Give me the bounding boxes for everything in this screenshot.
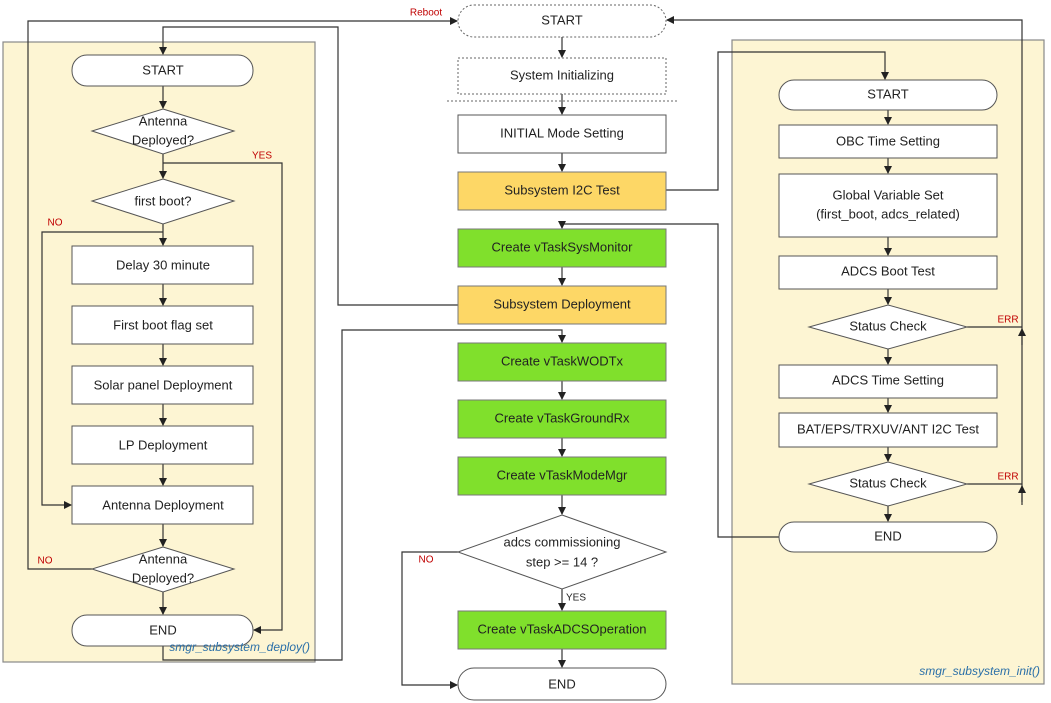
create-vtaskadcsoperation: Create vTaskADCSOperation: [457, 610, 667, 650]
svg-text:first boot?: first boot?: [134, 193, 191, 208]
svg-text:END: END: [149, 622, 176, 637]
main-start: START: [457, 4, 667, 38]
bat-eps-trxuv-ant-i2c-test: BAT/EPS/TRXUV/ANT I2C Test: [778, 412, 998, 448]
flowchart: START Reboot System Initializing INITIAL…: [2, 4, 1045, 701]
system-initializing: System Initializing: [457, 57, 667, 95]
global-variable-set: Global Variable Set (first_boot, adcs_re…: [778, 173, 998, 238]
svg-text:END: END: [548, 676, 575, 691]
no-label: NO: [38, 556, 53, 567]
solar-panel-deployment: Solar panel Deployment: [71, 365, 254, 405]
svg-text:Antenna: Antenna: [139, 113, 188, 128]
create-vtaskmodemgr: Create vTaskModeMgr: [457, 456, 667, 496]
svg-text:Status Check: Status Check: [849, 318, 927, 333]
svg-text:INITIAL Mode Setting: INITIAL Mode Setting: [500, 125, 624, 140]
init-end: END: [778, 521, 998, 553]
deploy-start: START: [71, 54, 254, 87]
svg-text:OBC Time Setting: OBC Time Setting: [836, 133, 940, 148]
err-label: ERR: [997, 472, 1018, 483]
subsystem-i2c-test: Subsystem I2C Test: [457, 171, 667, 211]
no-label: NO: [48, 218, 63, 229]
svg-text:END: END: [874, 528, 901, 543]
svg-text:Antenna: Antenna: [139, 551, 188, 566]
err-label: ERR: [997, 315, 1018, 326]
svg-text:step >= 14 ?: step >= 14 ?: [526, 554, 598, 569]
svg-text:ADCS Boot Test: ADCS Boot Test: [841, 263, 935, 278]
init-caption: smgr_subsystem_init(): [919, 664, 1040, 678]
adcs-commissioning-decision: adcs commissioning step >= 14 ?: [456, 514, 668, 590]
deploy-caption: smgr_subsystem_deploy(): [169, 640, 310, 654]
svg-text:Antenna Deployment: Antenna Deployment: [102, 497, 224, 512]
svg-text:START: START: [142, 62, 183, 77]
svg-text:Solar panel Deployment: Solar panel Deployment: [94, 377, 233, 392]
delay-30-minute: Delay 30 minute: [71, 245, 254, 285]
svg-text:Status Check: Status Check: [849, 475, 927, 490]
init-start: START: [778, 79, 998, 111]
svg-text:First boot flag set: First boot flag set: [113, 317, 213, 332]
svg-text:adcs commissioning: adcs commissioning: [503, 534, 620, 549]
svg-text:Create vTaskADCSOperation: Create vTaskADCSOperation: [477, 621, 646, 636]
create-vtaskwodtx: Create vTaskWODTx: [457, 342, 667, 382]
antenna-deployment: Antenna Deployment: [71, 485, 254, 525]
create-vtasksysmonitor: Create vTaskSysMonitor: [457, 228, 667, 268]
create-vtaskgroundrx: Create vTaskGroundRx: [457, 399, 667, 439]
svg-text:Create vTaskModeMgr: Create vTaskModeMgr: [497, 467, 628, 482]
yes-label: YES: [566, 593, 586, 604]
svg-text:(first_boot, adcs_related): (first_boot, adcs_related): [816, 206, 960, 221]
svg-text:Create vTaskGroundRx: Create vTaskGroundRx: [494, 410, 630, 425]
lp-deployment: LP Deployment: [71, 425, 254, 465]
adcs-time-setting: ADCS Time Setting: [778, 364, 998, 399]
svg-text:Deployed?: Deployed?: [132, 570, 194, 585]
svg-text:Create vTaskSysMonitor: Create vTaskSysMonitor: [492, 239, 634, 254]
main-end: END: [457, 667, 667, 701]
svg-text:START: START: [867, 86, 908, 101]
svg-text:System Initializing: System Initializing: [510, 67, 614, 82]
svg-text:Create vTaskWODTx: Create vTaskWODTx: [501, 353, 624, 368]
adcs-boot-test: ADCS Boot Test: [778, 255, 998, 290]
yes-label: YES: [252, 151, 272, 162]
initial-mode-setting: INITIAL Mode Setting: [457, 114, 667, 154]
subsystem-deployment: Subsystem Deployment: [457, 285, 667, 325]
svg-text:Deployed?: Deployed?: [132, 132, 194, 147]
svg-text:Subsystem Deployment: Subsystem Deployment: [493, 296, 631, 311]
svg-text:Global Variable Set: Global Variable Set: [832, 187, 943, 202]
svg-text:Subsystem I2C Test: Subsystem I2C Test: [504, 182, 620, 197]
obc-time-setting: OBC Time Setting: [778, 124, 998, 159]
reboot-label: Reboot: [410, 8, 442, 19]
svg-text:START: START: [541, 12, 582, 27]
svg-text:LP Deployment: LP Deployment: [119, 437, 208, 452]
first-boot-flag-set: First boot flag set: [71, 305, 254, 345]
no-label: NO: [419, 555, 434, 566]
svg-text:BAT/EPS/TRXUV/ANT I2C Test: BAT/EPS/TRXUV/ANT I2C Test: [797, 421, 979, 436]
svg-text:Delay 30 minute: Delay 30 minute: [116, 257, 210, 272]
svg-text:ADCS Time Setting: ADCS Time Setting: [832, 372, 944, 387]
